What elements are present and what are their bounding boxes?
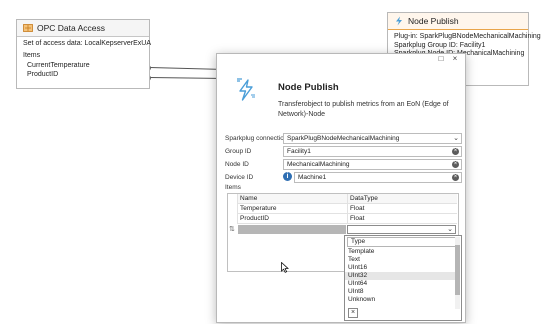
sparkplug-icon [394, 16, 404, 26]
node-id-label: Node ID [225, 161, 249, 168]
items-grid-label: Items [225, 184, 241, 191]
dialog-titlebar[interactable]: □ × [217, 54, 465, 65]
table-cell-type[interactable]: Float [347, 204, 457, 214]
clear-icon[interactable]: × [452, 148, 459, 155]
node-id-value: MechanicalMachining [287, 161, 350, 168]
dropdown-scrollbar[interactable] [455, 237, 460, 309]
clear-icon[interactable]: × [452, 174, 459, 181]
dropdown-option[interactable]: UInt64 [345, 280, 456, 288]
sparkplug-connections-value: SparkPlugBNodeMechanicalMachining [287, 135, 400, 142]
dropdown-close-icon[interactable]: × [348, 308, 358, 318]
table-cell-name[interactable]: Temperature [237, 204, 347, 214]
dialog-description: Transferobject to publish metrics from a… [278, 101, 449, 118]
node-id-field[interactable]: MechanicalMachining × [283, 159, 462, 170]
dropdown-option[interactable]: Text [345, 256, 456, 264]
dialog-title: Node Publish [278, 82, 339, 93]
items-label: Items [23, 51, 41, 59]
node-publish-icon [233, 76, 259, 102]
new-row-marker: ⇅ [229, 226, 235, 233]
opc-node-header[interactable]: OPC Data Access [17, 20, 149, 37]
dropdown-option-selected[interactable]: UInt32 [345, 272, 456, 280]
new-row-name-cell[interactable] [238, 225, 346, 234]
dropdown-option[interactable]: UInt8 [345, 288, 456, 296]
opc-item-product-id[interactable]: ProductID [17, 71, 149, 80]
datatype-combobox[interactable]: ⌄ [347, 225, 456, 234]
dropdown-option[interactable]: Unknown [345, 296, 456, 304]
group-id-field[interactable]: Facility1 × [283, 146, 462, 157]
chevron-down-icon[interactable]: ⌄ [453, 134, 459, 143]
dropdown-search-input[interactable]: Type [347, 237, 456, 247]
opc-data-access-node[interactable]: OPC Data Access Set of access data: Loca… [16, 19, 152, 89]
publish-node-group-line: Sparkplug Group ID: Facility1 [394, 41, 486, 49]
group-id-label: Group ID [225, 148, 252, 155]
column-header-datatype[interactable]: DataType [347, 194, 457, 204]
node-publish-dialog[interactable]: □ × Node Publish Transferobject to publi… [216, 53, 466, 323]
chevron-down-icon[interactable]: ⌄ [447, 226, 453, 234]
connection-line [149, 77, 216, 79]
publish-node-plugin-line: Plug-in: SparkPlugBNodeMechanicalMachini… [394, 33, 541, 40]
opc-item-current-temperature[interactable]: CurrentTemperature [17, 62, 149, 71]
scrollbar-thumb[interactable] [455, 245, 460, 295]
opc-node-title: OPC Data Access [37, 23, 106, 33]
sparkplug-connections-label: Sparkplug connections [225, 135, 291, 142]
access-data-label: Set of access data: LocalKepserverExUA [23, 40, 152, 47]
publish-node-title: Node Publish [408, 16, 459, 26]
table-cell-type[interactable]: Float [347, 214, 457, 224]
column-header-name[interactable]: Name [237, 194, 347, 204]
row-header-divider [237, 194, 238, 224]
clear-icon[interactable]: × [452, 161, 459, 168]
info-icon[interactable]: i [283, 172, 292, 181]
column-divider [347, 194, 348, 224]
table-cell-name[interactable]: ProductID [237, 214, 347, 224]
sparkplug-connections-select[interactable]: SparkPlugBNodeMechanicalMachining ⌄ [283, 133, 462, 144]
close-button[interactable]: × [451, 55, 459, 63]
publish-node-header[interactable]: Node Publish [388, 13, 528, 30]
dropdown-option[interactable]: UInt16 [345, 264, 456, 272]
device-id-field[interactable]: Machine1 × [294, 172, 462, 183]
maximize-button[interactable]: □ [437, 55, 445, 63]
device-id-value: Machine1 [298, 174, 327, 181]
device-id-label: Device ID [225, 174, 254, 181]
datatype-dropdown[interactable]: Type Template Text UInt16 UInt32 UInt64 … [344, 235, 462, 321]
connection-line [149, 67, 216, 70]
dropdown-option[interactable]: Template [345, 248, 456, 256]
opc-icon [23, 23, 33, 33]
mouse-cursor-icon [281, 261, 289, 273]
group-id-value: Facility1 [287, 148, 311, 155]
